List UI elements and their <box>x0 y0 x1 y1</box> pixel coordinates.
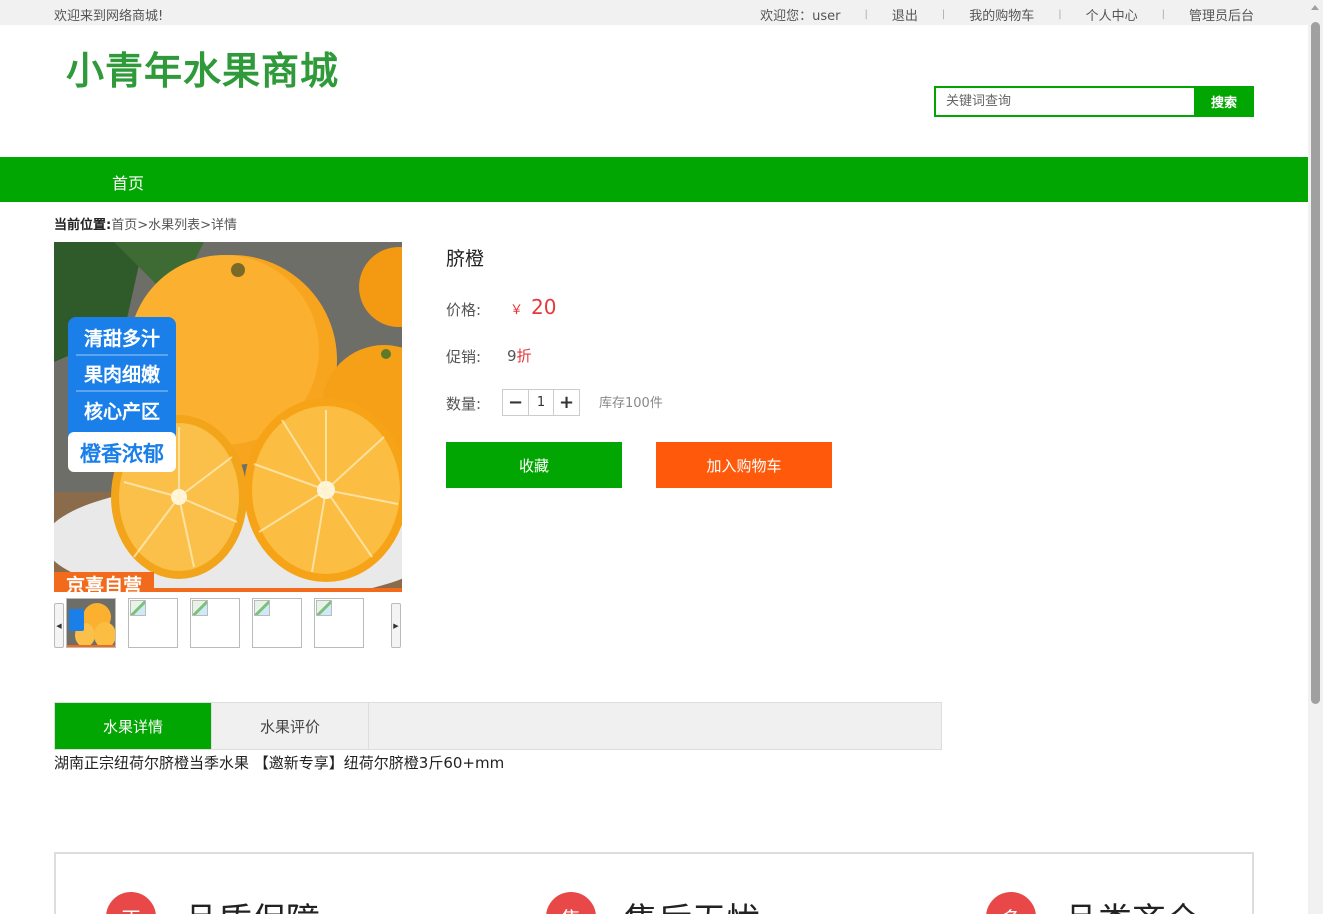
search-bar: 搜索 <box>934 86 1254 117</box>
scrollbar-thumb[interactable] <box>1311 22 1320 704</box>
stock-text: 库存100件 <box>599 396 663 411</box>
image-banner: 京喜自营 <box>66 574 142 592</box>
product-description: 湖南正宗纽荷尔脐橙当季水果 【邀新专享】纽荷尔脐橙3斤60+mm <box>54 754 505 772</box>
image-tag: 果肉细嫩 <box>83 363 161 386</box>
promo-unit: 折 <box>516 347 532 365</box>
service-features: 正 品质保障 售 售后无忧 多 品类齐全 <box>54 852 1254 914</box>
shield-icon: 售 <box>546 892 596 914</box>
price-value: ￥ 20 <box>510 295 556 319</box>
shield-icon: 正 <box>106 892 156 914</box>
breadcrumb-detail: 详情 <box>211 218 238 233</box>
image-tag: 橙香浓郁 <box>80 442 164 466</box>
breadcrumb: 当前位置:首页>水果列表>详情 <box>54 214 237 233</box>
welcome-text: 欢迎来到网络商城! <box>54 9 164 24</box>
promo-value: 9折 <box>507 345 532 366</box>
product-name: 脐橙 <box>446 248 485 270</box>
promo-number: 9 <box>507 347 517 365</box>
thumbnail-broken-image-icon[interactable] <box>190 598 240 648</box>
divider: | <box>1058 9 1062 20</box>
tab-details[interactable]: 水果详情 <box>55 703 212 749</box>
divider: | <box>1161 9 1165 20</box>
image-tag: 核心产区 <box>84 400 160 423</box>
logout-link[interactable]: 退出 <box>892 5 918 24</box>
feature-aftersale: 售 售后无忧 <box>546 892 760 914</box>
quantity-stepper: − 1 + <box>502 389 580 416</box>
top-bar: 欢迎来到网络商城! 欢迎您：user | 退出 | 我的购物车 | 个人中心 |… <box>0 0 1308 25</box>
qty-label: 数量: <box>446 395 482 413</box>
cart-link[interactable]: 我的购物车 <box>969 5 1034 24</box>
breadcrumb-list[interactable]: 水果列表 <box>148 218 200 233</box>
user-greeting: 欢迎您：user <box>760 9 841 24</box>
currency-symbol: ￥ <box>510 303 524 318</box>
feature-label: 售后无忧 <box>624 893 760 914</box>
qty-input[interactable]: 1 <box>528 390 554 415</box>
divider: | <box>941 9 946 20</box>
site-logo[interactable]: 小青年水果商城 <box>66 40 339 95</box>
scroll-up-arrow-icon[interactable] <box>1311 5 1319 10</box>
promo-label: 促销: <box>446 348 482 366</box>
search-input[interactable] <box>934 86 1194 117</box>
admin-link[interactable]: 管理员后台 <box>1189 5 1254 24</box>
image-tag: 清甜多汁 <box>84 327 160 350</box>
thumb-next-arrow-icon[interactable]: ▶ <box>391 603 401 648</box>
price-number: 20 <box>531 295 557 319</box>
thumbnail-broken-image-icon[interactable] <box>128 598 178 648</box>
add-to-cart-button[interactable]: 加入购物车 <box>656 442 832 488</box>
product-main-image: 清甜多汁 果肉细嫩 核心产区 橙香浓郁 京喜自营 <box>54 242 402 592</box>
nav-item-home[interactable]: 首页 <box>112 170 144 194</box>
thumb-prev-arrow-icon[interactable]: ◀ <box>54 603 64 648</box>
breadcrumb-separator: > <box>200 218 212 233</box>
thumbnail-broken-image-icon[interactable] <box>314 598 364 648</box>
detail-tabs: 水果详情 水果评价 <box>54 702 942 750</box>
top-links: 欢迎您：user | 退出 | 我的购物车 | 个人中心 | 管理员后台 <box>760 5 1254 24</box>
price-label: 价格: <box>446 301 482 319</box>
qty-minus-button[interactable]: − <box>503 390 528 415</box>
feature-quality: 正 品质保障 <box>106 892 320 914</box>
feature-variety: 多 品类齐全 <box>986 892 1200 914</box>
profile-link[interactable]: 个人中心 <box>1086 5 1138 24</box>
thumbnail-broken-image-icon[interactable] <box>252 598 302 648</box>
feature-label: 品类齐全 <box>1064 893 1200 914</box>
breadcrumb-home[interactable]: 首页 <box>111 218 137 233</box>
qty-plus-button[interactable]: + <box>554 390 579 415</box>
breadcrumb-label: 当前位置: <box>54 218 112 233</box>
favorite-button[interactable]: 收藏 <box>446 442 622 488</box>
page-scrollbar[interactable] <box>1308 0 1323 914</box>
main-nav: 首页 <box>0 157 1308 202</box>
breadcrumb-separator: > <box>137 218 149 233</box>
divider: | <box>864 9 868 20</box>
shield-icon: 多 <box>986 892 1036 914</box>
thumbnail-image[interactable] <box>66 598 116 648</box>
feature-label: 品质保障 <box>184 893 320 914</box>
tab-reviews[interactable]: 水果评价 <box>212 703 369 749</box>
thumbnail-strip: ◀ ▶ <box>54 598 402 648</box>
search-button[interactable]: 搜索 <box>1194 86 1254 117</box>
